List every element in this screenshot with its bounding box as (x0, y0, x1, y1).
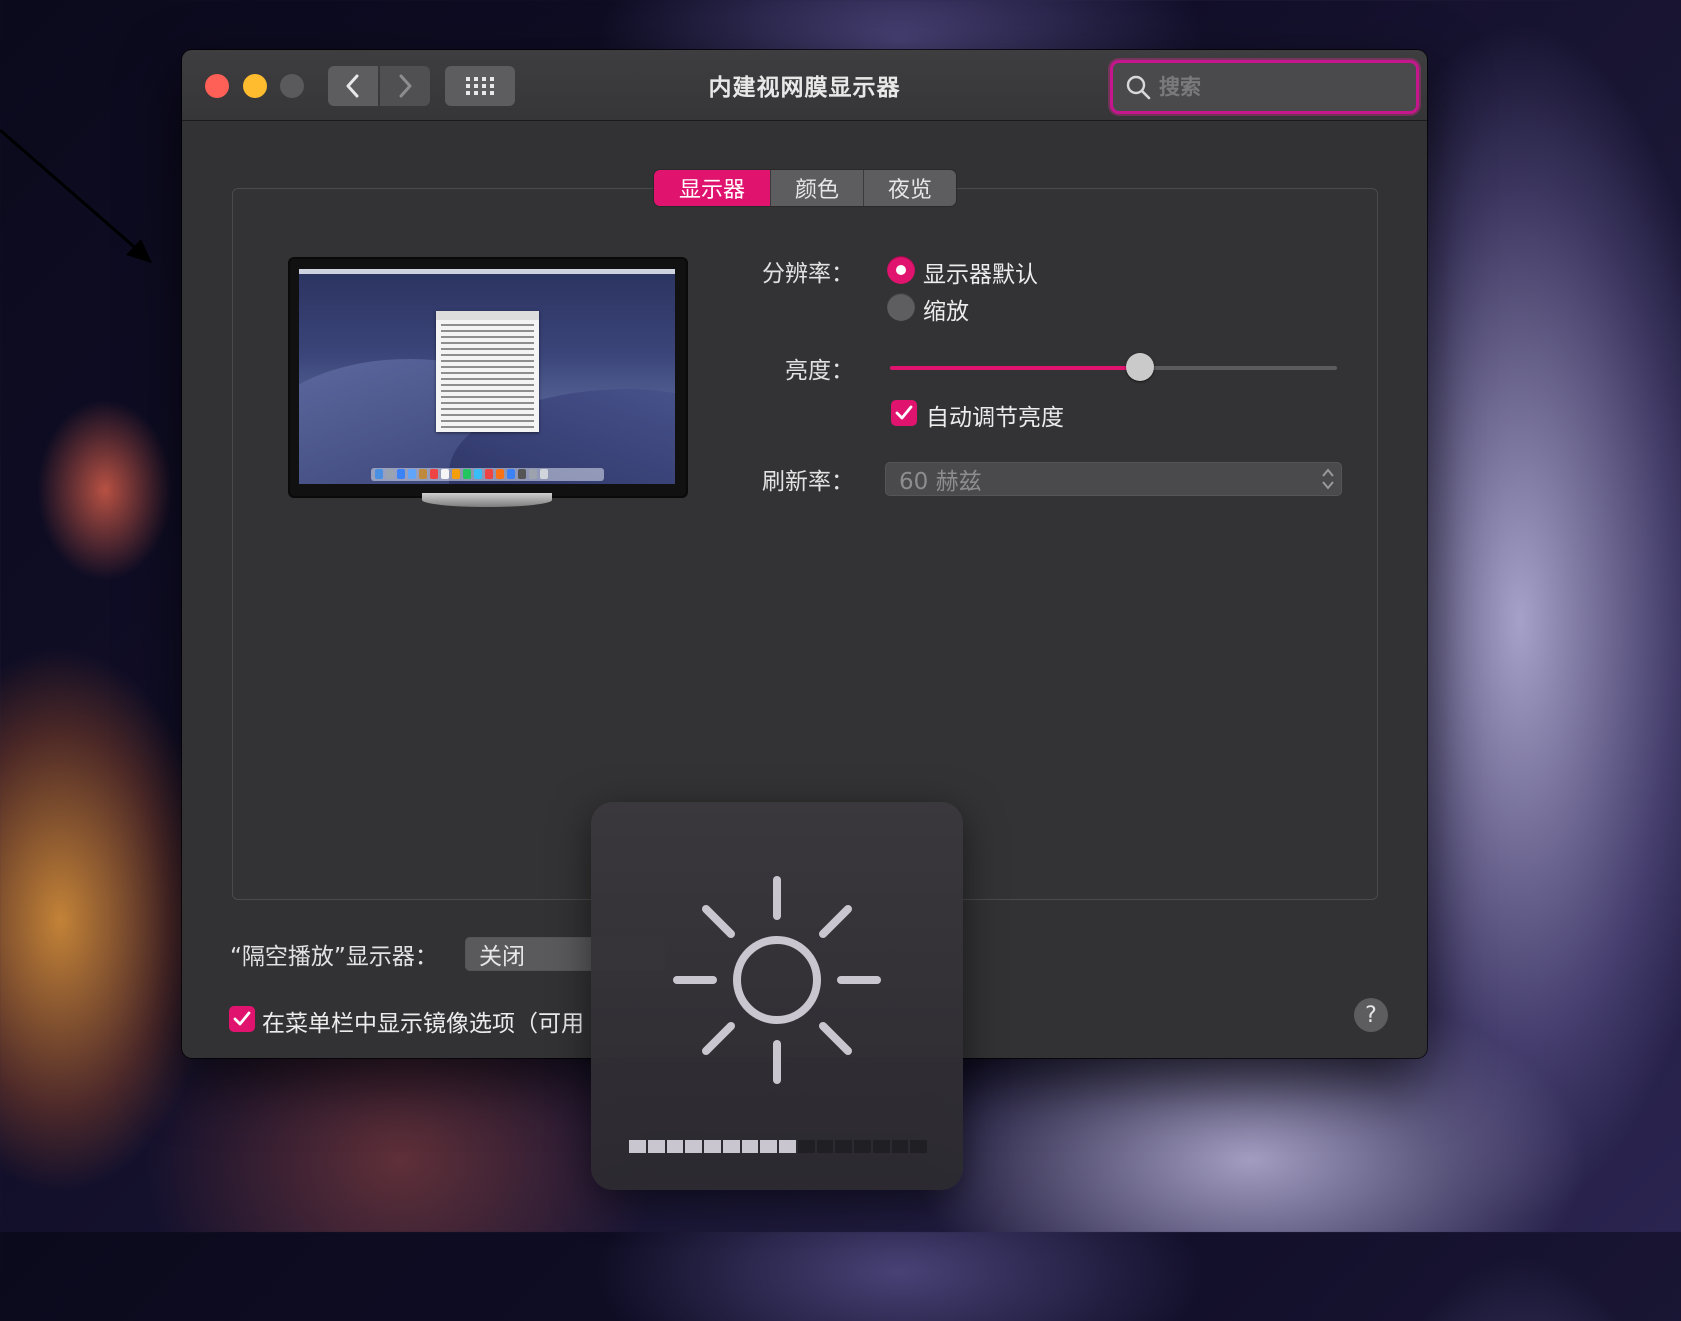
zoom-window-button[interactable] (280, 74, 304, 98)
titlebar: 内建视网膜显示器 (182, 50, 1427, 121)
brightness-level-segment (891, 1140, 909, 1153)
brightness-level-bar (629, 1140, 927, 1153)
airplay-display-label: “隔空播放”显示器： (230, 944, 438, 970)
refresh-rate-popup[interactable]: 60 赫兹 (885, 462, 1342, 496)
refresh-rate-label: 刷新率： (762, 469, 854, 495)
brightness-level-segment (741, 1140, 759, 1153)
brightness-level-segment (872, 1140, 890, 1153)
dock-thumbnail (371, 468, 604, 481)
tab-night-shift[interactable]: 夜览 (863, 170, 956, 206)
brightness-level-segment (722, 1140, 740, 1153)
brightness-level-segment (760, 1140, 777, 1153)
resolution-label: 分辨率： (762, 261, 854, 287)
checkmark-icon (233, 1011, 251, 1026)
brightness-label: 亮度： (785, 358, 854, 384)
show-all-grid-icon (466, 77, 494, 95)
desktop-wallpaper (299, 269, 675, 484)
tab-bar: 显示器 颜色 夜览 (654, 170, 956, 206)
brightness-level-segment (647, 1140, 665, 1153)
checkmark-icon (895, 405, 913, 420)
resolution-scaled-label: 缩放 (923, 299, 969, 325)
close-window-button[interactable] (205, 74, 229, 98)
brightness-sun-icon (673, 876, 881, 1084)
brightness-hud-overlay (591, 802, 963, 1190)
mirror-option-label: 在菜单栏中显示镜像选项（可用 (262, 1011, 584, 1037)
brightness-level-segment (629, 1140, 646, 1153)
airplay-display-value: 关闭 (479, 944, 525, 970)
search-field[interactable] (1110, 60, 1419, 114)
brightness-level-segment (685, 1140, 702, 1153)
chevron-left-icon (346, 74, 359, 98)
cursor-arrow-line (0, 128, 152, 263)
brightness-level-segment (797, 1140, 815, 1153)
chevron-right-icon (399, 74, 412, 98)
search-icon (1126, 75, 1151, 100)
minimize-window-button[interactable] (243, 74, 267, 98)
resolution-default-label: 显示器默认 (923, 262, 1038, 288)
search-input[interactable] (1157, 74, 1391, 100)
brightness-level-segment (835, 1140, 852, 1153)
resolution-default-radio[interactable] (887, 256, 915, 284)
tab-color[interactable]: 颜色 (770, 170, 863, 206)
forward-button[interactable] (380, 66, 430, 106)
display-stand (422, 493, 552, 507)
brightness-slider[interactable] (890, 353, 1337, 381)
show-all-button[interactable] (445, 66, 515, 106)
window-title: 内建视网膜显示器 (708, 75, 901, 101)
brightness-slider-fill (890, 366, 1141, 370)
back-button[interactable] (328, 66, 378, 106)
auto-brightness-label: 自动调节亮度 (926, 405, 1064, 431)
help-button[interactable]: ? (1354, 998, 1388, 1032)
resolution-scaled-radio[interactable] (887, 293, 915, 321)
brightness-level-segment (666, 1140, 684, 1153)
tab-display[interactable]: 显示器 (654, 170, 770, 206)
mirror-option-checkbox[interactable] (229, 1006, 255, 1032)
brightness-level-segment (704, 1140, 721, 1153)
brightness-level-segment (854, 1140, 871, 1153)
refresh-rate-value: 60 赫兹 (899, 469, 982, 495)
brightness-level-segment (779, 1140, 796, 1153)
brightness-level-segment (910, 1140, 927, 1153)
display-preview-image (288, 257, 688, 498)
popup-stepper-icon (1322, 468, 1334, 490)
auto-brightness-checkbox[interactable] (891, 400, 917, 426)
document-window-thumbnail (436, 311, 539, 432)
brightness-level-segment (816, 1140, 834, 1153)
